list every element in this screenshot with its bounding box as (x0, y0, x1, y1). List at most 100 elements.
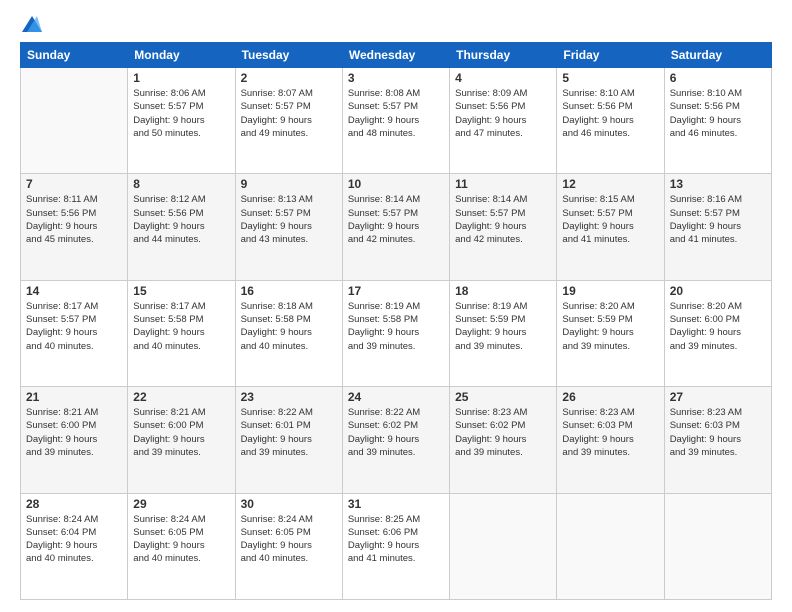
day-number: 4 (455, 71, 551, 85)
calendar-cell: 13 Sunrise: 8:16 AMSunset: 5:57 PMDayligh… (664, 174, 771, 280)
day-number: 16 (241, 284, 337, 298)
weekday-header-row: SundayMondayTuesdayWednesdayThursdayFrid… (21, 43, 772, 68)
calendar-cell: 12 Sunrise: 8:15 AMSunset: 5:57 PMDayligh… (557, 174, 664, 280)
calendar-cell: 22 Sunrise: 8:21 AMSunset: 6:00 PMDayligh… (128, 387, 235, 493)
day-info: Sunrise: 8:17 AMSunset: 5:57 PMDaylight:… (26, 300, 122, 353)
day-info: Sunrise: 8:06 AMSunset: 5:57 PMDaylight:… (133, 87, 229, 140)
calendar-cell (450, 493, 557, 599)
day-number: 15 (133, 284, 229, 298)
day-number: 24 (348, 390, 444, 404)
day-info: Sunrise: 8:14 AMSunset: 5:57 PMDaylight:… (348, 193, 444, 246)
calendar-cell: 6 Sunrise: 8:10 AMSunset: 5:56 PMDaylight… (664, 68, 771, 174)
day-number: 10 (348, 177, 444, 191)
calendar-cell: 25 Sunrise: 8:23 AMSunset: 6:02 PMDayligh… (450, 387, 557, 493)
calendar-cell: 5 Sunrise: 8:10 AMSunset: 5:56 PMDaylight… (557, 68, 664, 174)
day-info: Sunrise: 8:21 AMSunset: 6:00 PMDaylight:… (133, 406, 229, 459)
day-number: 12 (562, 177, 658, 191)
calendar-cell: 7Sunrise: 8:11 AMSunset: 5:56 PMDaylight… (21, 174, 128, 280)
day-number: 5 (562, 71, 658, 85)
logo-icon (22, 16, 42, 32)
day-number: 22 (133, 390, 229, 404)
day-number: 6 (670, 71, 766, 85)
day-number: 2 (241, 71, 337, 85)
day-info: Sunrise: 8:24 AMSunset: 6:04 PMDaylight:… (26, 513, 122, 566)
day-number: 21 (26, 390, 122, 404)
day-info: Sunrise: 8:10 AMSunset: 5:56 PMDaylight:… (670, 87, 766, 140)
header (20, 16, 772, 32)
day-info: Sunrise: 8:24 AMSunset: 6:05 PMDaylight:… (133, 513, 229, 566)
weekday-header-sunday: Sunday (21, 43, 128, 68)
day-info: Sunrise: 8:19 AMSunset: 5:59 PMDaylight:… (455, 300, 551, 353)
day-info: Sunrise: 8:07 AMSunset: 5:57 PMDaylight:… (241, 87, 337, 140)
day-number: 7 (26, 177, 122, 191)
day-number: 17 (348, 284, 444, 298)
logo-text (20, 16, 42, 32)
calendar-cell: 4 Sunrise: 8:09 AMSunset: 5:56 PMDaylight… (450, 68, 557, 174)
logo (20, 16, 42, 32)
day-number: 11 (455, 177, 551, 191)
calendar-cell: 1 Sunrise: 8:06 AMSunset: 5:57 PMDaylight… (128, 68, 235, 174)
weekday-header-wednesday: Wednesday (342, 43, 449, 68)
day-number: 19 (562, 284, 658, 298)
day-number: 28 (26, 497, 122, 511)
day-number: 23 (241, 390, 337, 404)
calendar-cell: 28 Sunrise: 8:24 AMSunset: 6:04 PMDayligh… (21, 493, 128, 599)
day-info: Sunrise: 8:09 AMSunset: 5:56 PMDaylight:… (455, 87, 551, 140)
day-number: 1 (133, 71, 229, 85)
calendar-cell: 26 Sunrise: 8:23 AMSunset: 6:03 PMDayligh… (557, 387, 664, 493)
calendar-cell: 19 Sunrise: 8:20 AMSunset: 5:59 PMDayligh… (557, 280, 664, 386)
day-info: Sunrise: 8:14 AMSunset: 5:57 PMDaylight:… (455, 193, 551, 246)
day-info: Sunrise: 8:24 AMSunset: 6:05 PMDaylight:… (241, 513, 337, 566)
day-number: 9 (241, 177, 337, 191)
day-number: 18 (455, 284, 551, 298)
day-info: Sunrise: 8:18 AMSunset: 5:58 PMDaylight:… (241, 300, 337, 353)
day-info: Sunrise: 8:20 AMSunset: 5:59 PMDaylight:… (562, 300, 658, 353)
calendar-cell: 11 Sunrise: 8:14 AMSunset: 5:57 PMDayligh… (450, 174, 557, 280)
day-number: 3 (348, 71, 444, 85)
day-info: Sunrise: 8:16 AMSunset: 5:57 PMDaylight:… (670, 193, 766, 246)
day-info: Sunrise: 8:20 AMSunset: 6:00 PMDaylight:… (670, 300, 766, 353)
day-info: Sunrise: 8:08 AMSunset: 5:57 PMDaylight:… (348, 87, 444, 140)
calendar-cell: 14 Sunrise: 8:17 AMSunset: 5:57 PMDayligh… (21, 280, 128, 386)
calendar-cell: 24 Sunrise: 8:22 AMSunset: 6:02 PMDayligh… (342, 387, 449, 493)
weekday-header-thursday: Thursday (450, 43, 557, 68)
calendar-cell: 10 Sunrise: 8:14 AMSunset: 5:57 PMDayligh… (342, 174, 449, 280)
day-info: Sunrise: 8:15 AMSunset: 5:57 PMDaylight:… (562, 193, 658, 246)
calendar-week-row: 14 Sunrise: 8:17 AMSunset: 5:57 PMDayligh… (21, 280, 772, 386)
day-info: Sunrise: 8:19 AMSunset: 5:58 PMDaylight:… (348, 300, 444, 353)
weekday-header-tuesday: Tuesday (235, 43, 342, 68)
calendar-cell: 2 Sunrise: 8:07 AMSunset: 5:57 PMDaylight… (235, 68, 342, 174)
calendar-cell (557, 493, 664, 599)
page: SundayMondayTuesdayWednesdayThursdayFrid… (0, 0, 792, 612)
day-number: 25 (455, 390, 551, 404)
day-info: Sunrise: 8:22 AMSunset: 6:02 PMDaylight:… (348, 406, 444, 459)
calendar-cell: 16 Sunrise: 8:18 AMSunset: 5:58 PMDayligh… (235, 280, 342, 386)
calendar-cell (664, 493, 771, 599)
day-number: 20 (670, 284, 766, 298)
calendar-cell: 9Sunrise: 8:13 AMSunset: 5:57 PMDaylight… (235, 174, 342, 280)
day-number: 31 (348, 497, 444, 511)
calendar-cell: 31Sunrise: 8:25 AMSunset: 6:06 PMDayligh… (342, 493, 449, 599)
day-number: 8 (133, 177, 229, 191)
calendar-week-row: 1 Sunrise: 8:06 AMSunset: 5:57 PMDaylight… (21, 68, 772, 174)
day-info: Sunrise: 8:23 AMSunset: 6:02 PMDaylight:… (455, 406, 551, 459)
day-number: 29 (133, 497, 229, 511)
calendar-cell: 17 Sunrise: 8:19 AMSunset: 5:58 PMDayligh… (342, 280, 449, 386)
calendar-table: SundayMondayTuesdayWednesdayThursdayFrid… (20, 42, 772, 600)
calendar-week-row: 7Sunrise: 8:11 AMSunset: 5:56 PMDaylight… (21, 174, 772, 280)
day-info: Sunrise: 8:10 AMSunset: 5:56 PMDaylight:… (562, 87, 658, 140)
day-info: Sunrise: 8:23 AMSunset: 6:03 PMDaylight:… (670, 406, 766, 459)
calendar-cell: 30Sunrise: 8:24 AMSunset: 6:05 PMDayligh… (235, 493, 342, 599)
day-info: Sunrise: 8:22 AMSunset: 6:01 PMDaylight:… (241, 406, 337, 459)
day-number: 26 (562, 390, 658, 404)
day-info: Sunrise: 8:21 AMSunset: 6:00 PMDaylight:… (26, 406, 122, 459)
day-number: 27 (670, 390, 766, 404)
day-number: 14 (26, 284, 122, 298)
day-info: Sunrise: 8:23 AMSunset: 6:03 PMDaylight:… (562, 406, 658, 459)
calendar-cell: 18 Sunrise: 8:19 AMSunset: 5:59 PMDayligh… (450, 280, 557, 386)
calendar-cell: 29 Sunrise: 8:24 AMSunset: 6:05 PMDayligh… (128, 493, 235, 599)
calendar-cell: 20 Sunrise: 8:20 AMSunset: 6:00 PMDayligh… (664, 280, 771, 386)
calendar-week-row: 21 Sunrise: 8:21 AMSunset: 6:00 PMDayligh… (21, 387, 772, 493)
day-number: 13 (670, 177, 766, 191)
calendar-cell: 27 Sunrise: 8:23 AMSunset: 6:03 PMDayligh… (664, 387, 771, 493)
